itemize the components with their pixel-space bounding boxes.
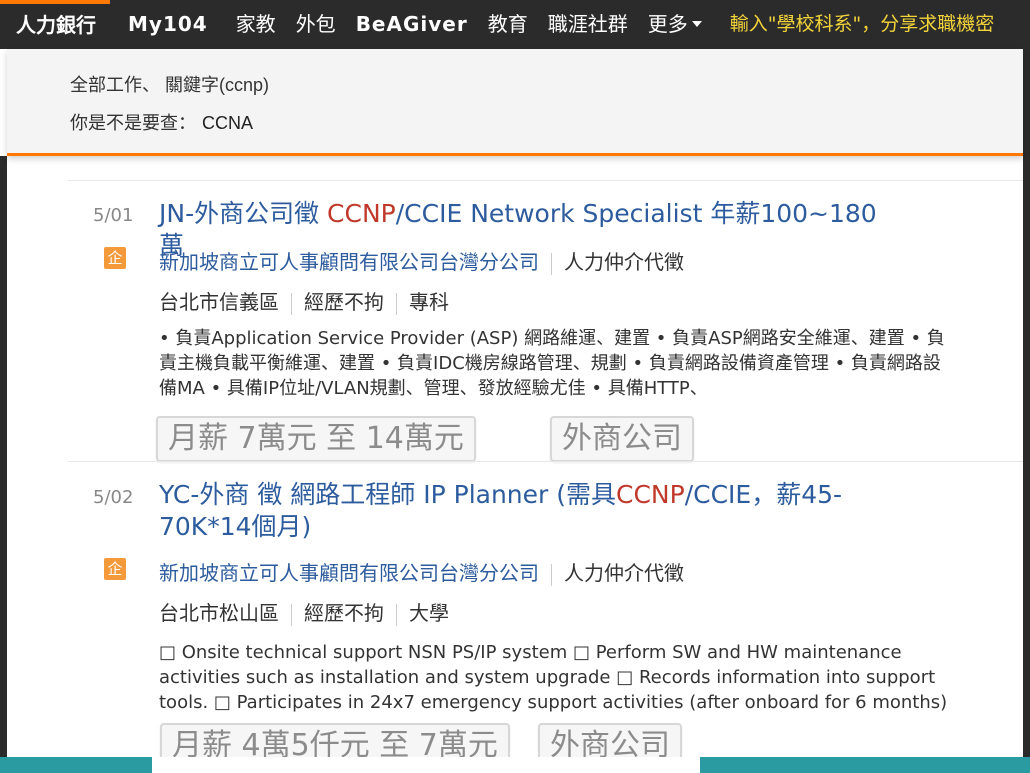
nav-item-tutor[interactable]: 家教 xyxy=(226,0,286,49)
bottom-panel-edge xyxy=(152,757,700,773)
separator xyxy=(551,252,552,275)
job-education: 大學 xyxy=(409,601,449,625)
nav-item-job-bank[interactable]: 人力銀行 xyxy=(0,0,110,49)
job-description: • 負責Application Service Provider (ASP) 網… xyxy=(159,328,945,399)
chevron-down-icon xyxy=(691,20,702,27)
separator xyxy=(396,603,397,626)
job-date: 5/01 xyxy=(93,205,134,226)
enterprise-badge: 企 xyxy=(104,247,126,269)
company-line: 新加坡商立可人事顧問有限公司台灣分公司 人力仲介代徵 xyxy=(159,246,684,275)
nav-item-career-community[interactable]: 職涯社群 xyxy=(538,0,638,49)
job-experience: 經歷不拘 xyxy=(304,290,384,314)
search-summary-panel: 全部工作、 關鍵字(ccnp) 你是不是要查： CCNA xyxy=(7,49,1023,156)
nav-item-beagiver[interactable]: BeAGiver xyxy=(346,0,478,49)
company-line: 新加坡商立可人事顧問有限公司台灣分公司 人力仲介代徵 xyxy=(159,557,684,586)
job-description: □ Onsite technical support NSN PS/IP sys… xyxy=(159,642,948,712)
scrollbar-strip[interactable] xyxy=(1023,49,1030,773)
suggestion-prefix: 你是不是要查： xyxy=(70,113,196,133)
job-experience: 經歷不拘 xyxy=(304,601,384,625)
search-breadcrumb: 全部工作、 關鍵字(ccnp) xyxy=(70,75,270,95)
company-link[interactable]: 新加坡商立可人事顧問有限公司台灣分公司 xyxy=(159,561,539,585)
job-date: 5/02 xyxy=(93,487,134,508)
job-title-pre: JN-外商公司徵 xyxy=(159,199,328,228)
company-industry: 人力仲介代徵 xyxy=(564,561,684,585)
nav-item-more-label: 更多 xyxy=(647,12,688,36)
job-title-pre: YC-外商 徵 網路工程師 IP Planner (需具 xyxy=(159,480,617,509)
salary-tag: 月薪 7萬元 至 14萬元 xyxy=(156,416,476,462)
job-meta: 台北市信義區 經歷不拘 專科 xyxy=(159,286,449,315)
separator xyxy=(396,292,397,315)
nav-item-my104[interactable]: My104 xyxy=(110,0,226,49)
nav-promo-link[interactable]: 輸入"學校科系"，分享求職機密 xyxy=(712,0,994,49)
nav-item-outsource[interactable]: 外包 xyxy=(286,0,346,49)
company-type-tag: 外商公司 xyxy=(550,416,694,462)
job-education: 專科 xyxy=(409,290,449,314)
job-title-keyword: CCNP xyxy=(616,480,685,509)
top-nav: 人力銀行 My104 家教 外包 BeAGiver 教育 職涯社群 更多 輸入"… xyxy=(0,0,1030,49)
enterprise-badge: 企 xyxy=(104,558,126,580)
job-meta: 台北市松山區 經歷不拘 大學 xyxy=(159,597,449,626)
search-suggestion: 你是不是要查： CCNA xyxy=(70,109,253,135)
suggestion-link[interactable]: CCNA xyxy=(202,113,253,133)
job-title-keyword: CCNP xyxy=(327,199,396,228)
company-industry: 人力仲介代徵 xyxy=(564,250,684,274)
job-location: 台北市松山區 xyxy=(159,601,279,625)
nav-item-education[interactable]: 教育 xyxy=(478,0,538,49)
left-edge-strip xyxy=(0,156,7,773)
separator xyxy=(291,603,292,626)
list-divider xyxy=(68,180,1023,181)
nav-item-more[interactable]: 更多 xyxy=(638,0,712,49)
job-location: 台北市信義區 xyxy=(159,290,279,314)
list-divider xyxy=(68,461,1023,462)
job-title-link[interactable]: YC-外商 徵 網路工程師 IP Planner (需具CCNP/CCIE，薪4… xyxy=(159,479,879,543)
company-link[interactable]: 新加坡商立可人事顧問有限公司台灣分公司 xyxy=(159,250,539,274)
separator xyxy=(551,563,552,586)
separator xyxy=(291,292,292,315)
